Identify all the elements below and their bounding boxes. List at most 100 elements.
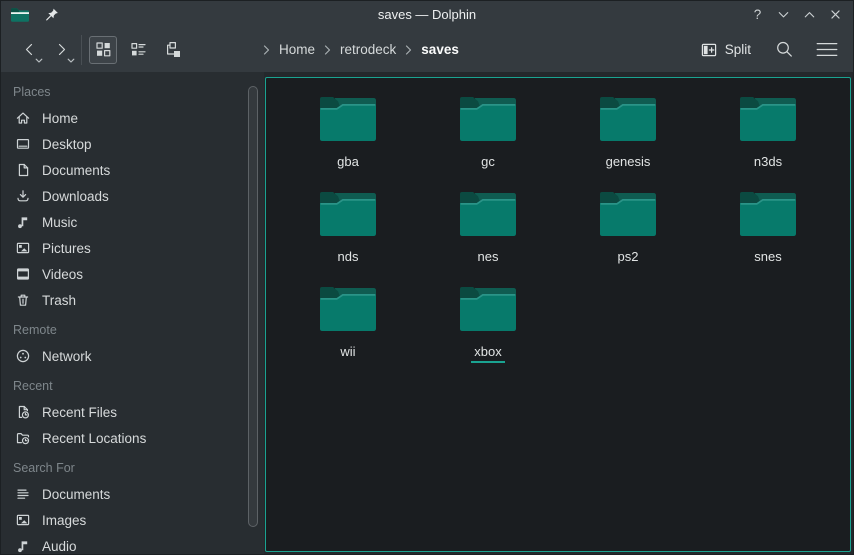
tree-view-icon [165,41,182,58]
sidebar-item-label: Network [42,349,92,364]
breadcrumb-chevron-icon [262,44,271,56]
sidebar-item-recent-locations[interactable]: Recent Locations [1,425,264,451]
sidebar-item-audio[interactable]: Audio [1,533,264,554]
sidebar-item-images[interactable]: Images [1,507,264,533]
folder-item-wii[interactable]: wii [278,285,418,380]
close-button[interactable] [827,6,844,23]
sidebar-item-label: Desktop [42,137,92,152]
doc-lines-icon [15,486,31,502]
folder-item-nes[interactable]: nes [418,190,558,285]
image-icon [15,512,31,528]
sidebar-item-documents[interactable]: Documents [1,157,264,183]
breadcrumb-item-saves[interactable]: saves [421,42,459,57]
breadcrumb: Home retrodeck saves [262,42,459,57]
folder-icon [458,95,518,147]
sidebar-item-music[interactable]: Music [1,209,264,235]
minimize-button[interactable] [775,6,792,23]
sidebar-item-label: Trash [42,293,76,308]
folder-icon [458,285,518,337]
section-header-remote: Remote [1,317,264,343]
icons-view-button[interactable] [89,36,117,64]
folder-label: nds [335,249,362,268]
window-controls: ? [749,6,844,23]
folder-item-n3ds[interactable]: n3ds [698,95,838,190]
desktop-icon [15,136,31,152]
breadcrumb-item-home[interactable]: Home [279,42,315,57]
forward-button[interactable] [45,32,77,68]
folder-item-genesis[interactable]: genesis [558,95,698,190]
details-view-button[interactable] [124,36,152,64]
image-icon [15,240,31,256]
split-view-icon [701,42,717,58]
breadcrumb-chevron-icon [323,44,332,56]
split-button[interactable]: Split [701,42,751,58]
folder-label: xbox [471,344,504,363]
folder-label: ps2 [615,249,642,268]
search-button[interactable] [775,40,794,59]
sidebar-item-label: Documents [42,163,110,178]
content-area: PlacesHomeDesktopDocumentsDownloadsMusic… [1,72,853,554]
sidebar-item-trash[interactable]: Trash [1,287,264,313]
breadcrumb-item-retrodeck[interactable]: retrodeck [340,42,396,57]
folder-icon [318,95,378,147]
icons-view-icon [95,41,112,58]
folder-icon [738,95,798,147]
sidebar-item-label: Recent Files [42,405,117,420]
recent-file-icon [15,404,31,420]
sidebar-item-home[interactable]: Home [1,105,264,131]
folder-label: nes [475,249,502,268]
details-view-icon [130,41,147,58]
sidebar-item-downloads[interactable]: Downloads [1,183,264,209]
music-icon [15,214,31,230]
sidebar-item-pictures[interactable]: Pictures [1,235,264,261]
places-panel: PlacesHomeDesktopDocumentsDownloadsMusic… [1,72,264,554]
folder-item-ps2[interactable]: ps2 [558,190,698,285]
folder-item-xbox[interactable]: xbox [418,285,558,380]
forward-dropdown-icon [67,58,75,64]
folder-icon [318,190,378,242]
folder-item-gba[interactable]: gba [278,95,418,190]
folder-item-nds[interactable]: nds [278,190,418,285]
folder-label: wii [337,344,358,363]
sidebar-scrollbar[interactable] [248,86,258,527]
back-button[interactable] [13,32,45,68]
sidebar-item-label: Images [42,513,86,528]
sidebar-item-label: Documents [42,487,110,502]
trash-icon [15,292,31,308]
document-icon [15,162,31,178]
maximize-button[interactable] [801,6,818,23]
sidebar-item-desktop[interactable]: Desktop [1,131,264,157]
tree-view-button[interactable] [159,36,187,64]
hamburger-icon [816,41,838,58]
help-button[interactable]: ? [749,6,766,23]
titlebar: saves — Dolphin ? [1,1,853,27]
sidebar-item-label: Audio [42,539,77,554]
view-container: gba gc genesis n3ds nds nes ps2 snes [264,72,853,554]
sidebar-item-videos[interactable]: Videos [1,261,264,287]
breadcrumb-chevron-icon [404,44,413,56]
sidebar-item-recent-files[interactable]: Recent Files [1,399,264,425]
back-dropdown-icon [35,58,43,64]
window-title: saves — Dolphin [1,1,853,27]
music-icon [15,538,31,554]
folder-icon [318,285,378,337]
network-icon [15,348,31,364]
folder-label: gba [334,154,362,173]
folder-item-gc[interactable]: gc [418,95,558,190]
recent-folder-icon [15,430,31,446]
forward-icon [53,41,70,58]
folder-item-snes[interactable]: snes [698,190,838,285]
sidebar-item-label: Pictures [42,241,91,256]
sidebar-item-label: Home [42,111,78,126]
split-button-label: Split [725,42,751,57]
sidebar-item-network[interactable]: Network [1,343,264,369]
back-icon [21,41,38,58]
sidebar-item-documents[interactable]: Documents [1,481,264,507]
view-mode-buttons [89,36,194,64]
section-header-recent: Recent [1,373,264,399]
folder-icon [738,190,798,242]
sidebar-item-label: Music [42,215,77,230]
folder-icon [458,190,518,242]
sidebar-item-label: Recent Locations [42,431,146,446]
hamburger-menu-button[interactable] [816,41,838,58]
